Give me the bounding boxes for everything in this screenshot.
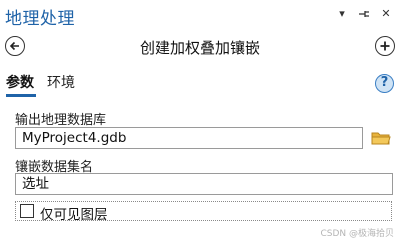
- visible-layers-only-row[interactable]: 仅可见图层: [15, 201, 392, 223]
- pane-title: 地理处理: [5, 9, 75, 29]
- folder-icon[interactable]: [371, 130, 391, 146]
- plus-icon: [380, 41, 390, 51]
- output-gdb-input[interactable]: MyProject4.gdb: [15, 127, 363, 149]
- help-icon[interactable]: ?: [375, 74, 394, 93]
- window-controls: ▾ ✕: [336, 8, 392, 20]
- mosaic-name-input[interactable]: 选址: [15, 173, 393, 195]
- visible-layers-only-checkbox[interactable]: [20, 204, 34, 218]
- close-icon[interactable]: ✕: [380, 8, 392, 20]
- tool-title: 创建加权叠加镶嵌: [139, 39, 260, 57]
- active-tab-indicator: [6, 94, 36, 97]
- tab-environments[interactable]: 环境: [47, 72, 75, 92]
- tab-bar: 参数 环境 ?: [0, 72, 400, 98]
- pin-icon[interactable]: [358, 8, 370, 20]
- visible-layers-only-label: 仅可见图层: [40, 207, 108, 223]
- watermark: CSDN @极海拾贝: [320, 229, 394, 239]
- tool-header: 创建加权叠加镶嵌: [0, 34, 400, 62]
- add-button[interactable]: [375, 36, 395, 56]
- tab-parameters[interactable]: 参数: [6, 72, 34, 92]
- output-gdb-label: 输出地理数据库: [15, 113, 107, 128]
- pane-titlebar: 地理处理 ▾ ✕: [0, 0, 400, 30]
- chevron-down-icon[interactable]: ▾: [336, 8, 348, 20]
